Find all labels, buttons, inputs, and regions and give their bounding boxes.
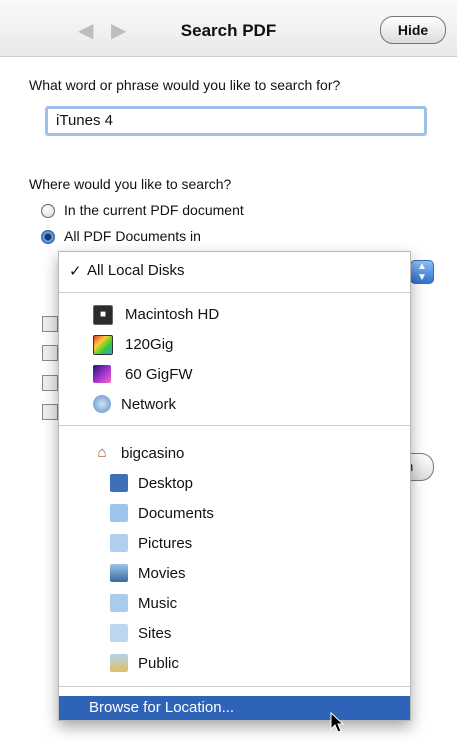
location-popup-menu: ✓ All Local Disks ■ Macintosh HD 120Gig … [58,251,411,721]
option-checkbox[interactable] [42,375,58,391]
home-icon: ⌂ [97,444,107,461]
menu-item-documents[interactable]: Documents [59,501,410,527]
radio-current-document-label: In the current PDF document [64,202,244,218]
menu-divider [59,425,410,426]
option-checkbox[interactable] [42,404,58,420]
checkmark-icon: ✓ [69,263,82,280]
menu-item-label: Network [121,396,177,413]
mouse-cursor-icon [330,712,344,733]
desktop-folder-icon [110,474,128,492]
menu-item-60-gigfw[interactable]: 60 GigFW [59,362,410,388]
menu-item-browse-for-location[interactable]: Browse for Location... [59,696,410,720]
option-checkbox[interactable] [42,316,58,332]
hide-button[interactable]: Hide [380,16,446,44]
menu-item-movies[interactable]: Movies [59,561,410,587]
menu-divider [59,292,410,293]
menu-item-label: Browse for Location... [89,699,235,716]
menu-item-label: Pictures [138,535,193,552]
menu-item-label: Movies [138,565,186,582]
menu-item-label: Sites [138,625,172,642]
menu-item-label: Public [138,655,179,672]
menu-item-label: 60 GigFW [125,366,193,383]
menu-item-music[interactable]: Music [59,591,410,617]
menu-item-label: All Local Disks [87,262,185,279]
documents-folder-icon [110,504,128,522]
menu-item-label: Macintosh HD [125,306,220,323]
sites-folder-icon [110,624,128,642]
where-prompt: Where would you like to search? [29,176,232,192]
menu-item-label: Music [138,595,178,612]
hard-disk-icon: ■ [93,305,113,325]
firewire-disk-icon [93,365,111,383]
globe-icon [93,395,111,413]
radio-all-documents[interactable] [41,230,55,244]
search-prompt: What word or phrase would you like to se… [29,77,341,93]
menu-item-label: 120Gig [125,336,174,353]
public-folder-icon [110,654,128,672]
menu-item-network[interactable]: Network [59,392,410,418]
radio-current-document[interactable] [41,204,55,218]
menu-item-pictures[interactable]: Pictures [59,531,410,557]
menu-divider [59,686,410,687]
radio-all-documents-label: All PDF Documents in [64,228,201,244]
popup-stepper-icon[interactable]: ▲ ▼ [410,260,434,284]
music-folder-icon [110,594,128,612]
menu-item-sites[interactable]: Sites [59,621,410,647]
menu-item-macintosh-hd[interactable]: ■ Macintosh HD [59,302,410,328]
pictures-folder-icon [110,534,128,552]
movies-folder-icon [110,564,128,582]
search-input[interactable]: iTunes 4 [45,106,427,136]
menu-item-label: bigcasino [121,445,185,462]
menu-item-home-bigcasino[interactable]: ⌂ bigcasino [59,441,410,467]
menu-item-desktop[interactable]: Desktop [59,471,410,497]
menu-item-label: Desktop [138,475,194,492]
colorful-disk-icon [93,335,113,355]
menu-item-120gig[interactable]: 120Gig [59,332,410,358]
menu-item-label: Documents [138,505,214,522]
menu-item-all-local-disks[interactable]: ✓ All Local Disks [59,258,410,284]
menu-item-public[interactable]: Public [59,651,410,677]
option-checkbox[interactable] [42,345,58,361]
